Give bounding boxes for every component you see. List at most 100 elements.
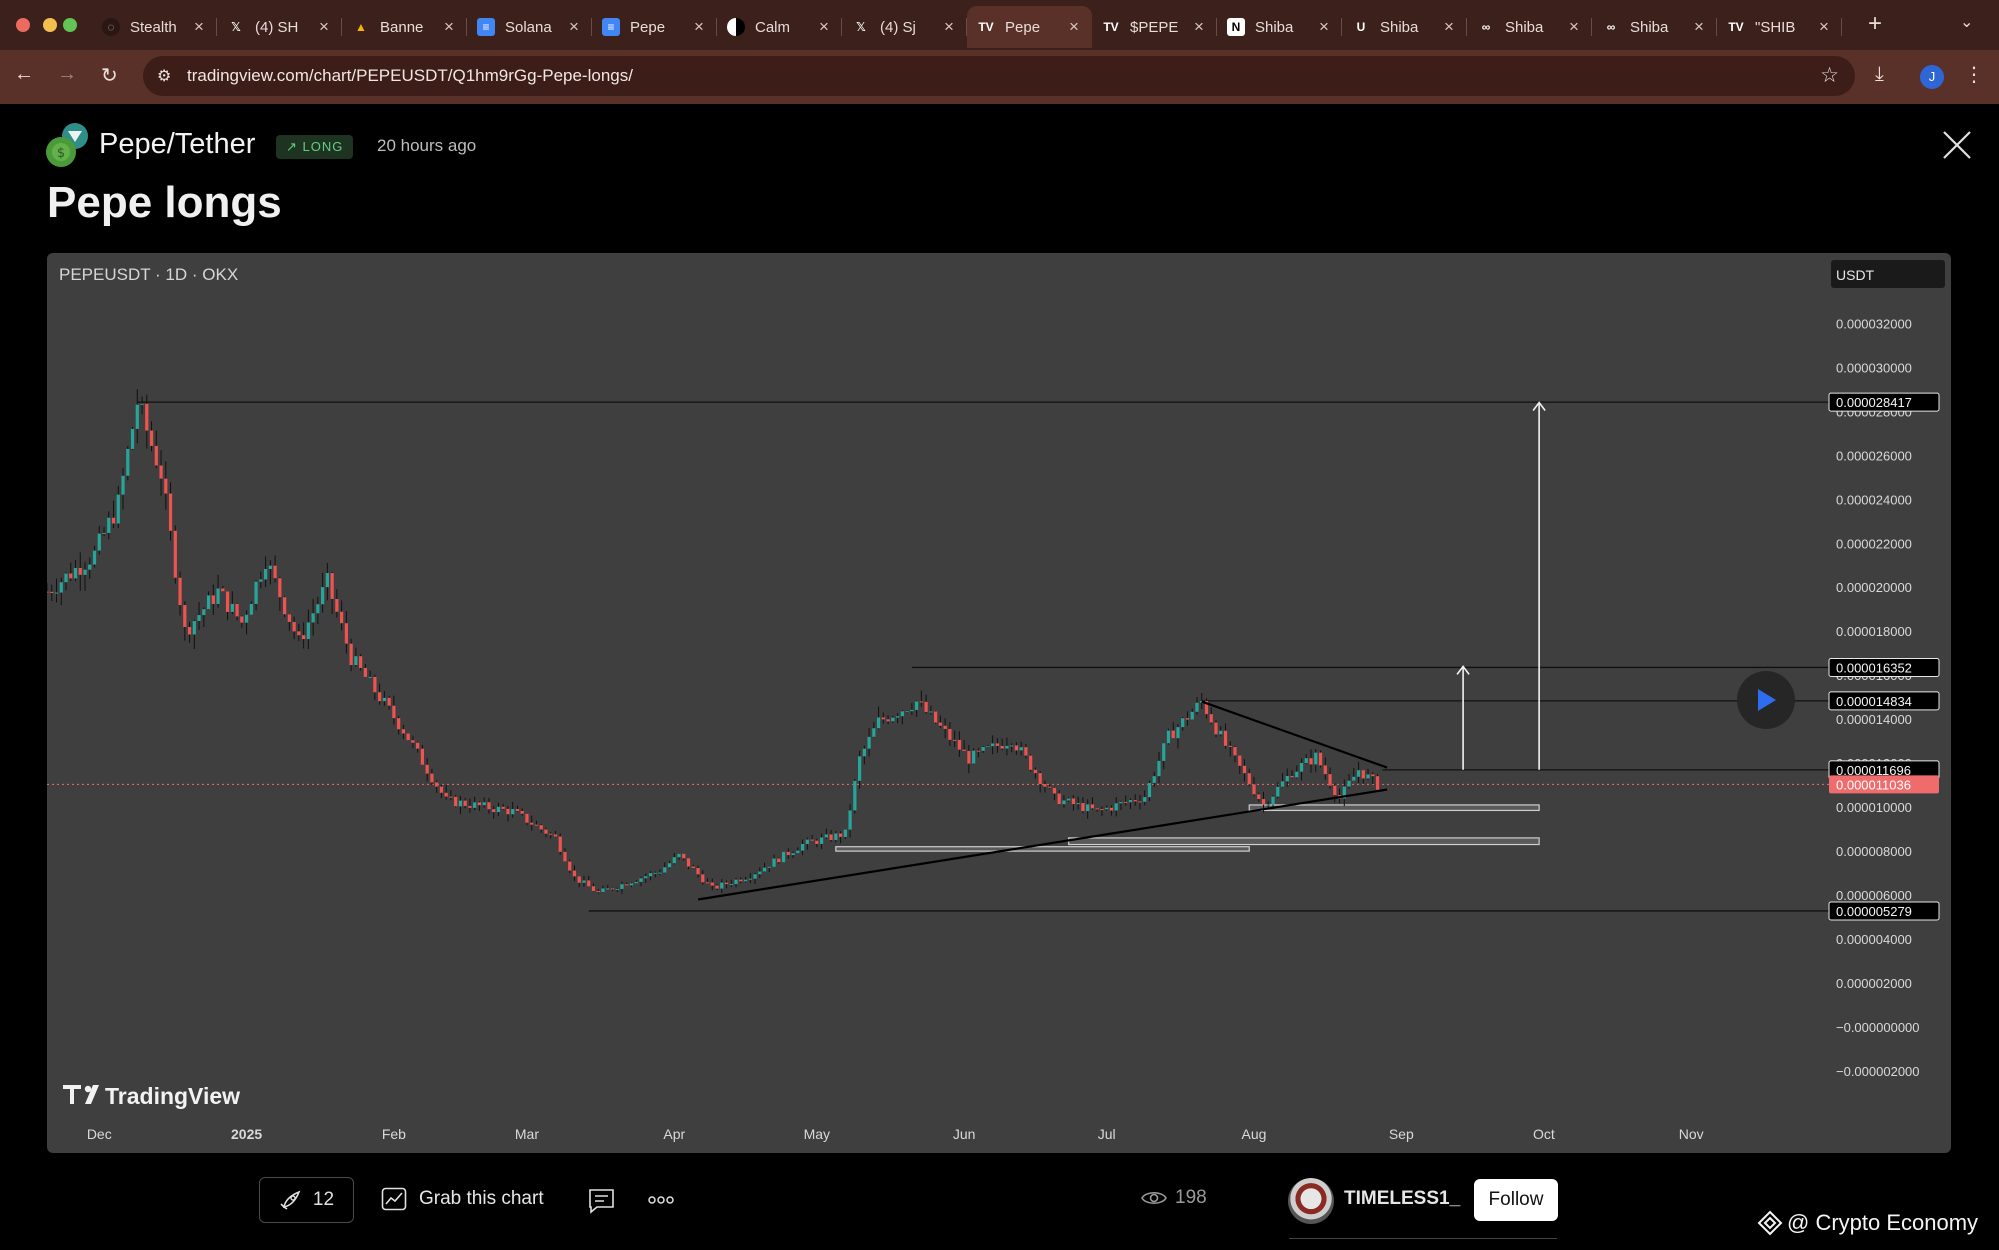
browser-tab[interactable]: N Shiba × — [1217, 6, 1342, 48]
support-zone — [1068, 837, 1540, 846]
boost-button[interactable]: 12 — [259, 1177, 354, 1223]
candle-body — [458, 800, 463, 807]
candle-body — [1109, 807, 1114, 811]
minimize-window-button[interactable] — [43, 18, 57, 32]
browser-tab[interactable]: ∞ Shiba × — [1592, 6, 1717, 48]
url-text[interactable]: tradingview.com/chart/PEPEUSDT/Q1hm9rGg-… — [187, 66, 633, 86]
candle-body — [800, 843, 805, 851]
browser-tab[interactable]: Calm × — [717, 6, 842, 48]
tab-search-chevron-icon[interactable]: ⌄ — [1960, 12, 1973, 32]
chart-legend: PEPEUSDT · 1D · OKX — [59, 265, 238, 284]
close-tab-icon[interactable]: × — [1191, 17, 1207, 37]
address-bar[interactable]: ⚙ tradingview.com/chart/PEPEUSDT/Q1hm9rG… — [143, 56, 1855, 96]
x-tick-label: Sep — [1389, 1126, 1414, 1142]
candle-body — [302, 635, 306, 640]
browser-tab[interactable]: TV "SHIB × — [1717, 6, 1842, 48]
replay-play-button[interactable] — [1737, 671, 1795, 729]
candle-body — [620, 884, 624, 889]
close-tab-icon[interactable]: × — [1691, 17, 1707, 37]
author-avatar[interactable] — [1288, 1178, 1334, 1224]
close-tab-icon[interactable]: × — [1566, 17, 1582, 37]
close-tab-icon[interactable]: × — [1316, 17, 1332, 37]
site-info-icon[interactable]: ⚙ — [157, 66, 171, 86]
candle-body — [363, 667, 367, 677]
currency-label[interactable]: USDT — [1836, 267, 1875, 283]
browser-tab-label: Solana — [505, 18, 552, 36]
browser-tab[interactable]: 𝕏 (4) Sj × — [842, 6, 967, 48]
close-tab-icon[interactable]: × — [566, 17, 582, 37]
browser-tab-label: (4) SH — [255, 18, 299, 36]
browser-tab-label: Shiba — [1255, 18, 1294, 36]
comments-icon[interactable] — [588, 1188, 615, 1214]
candle-body — [924, 701, 928, 712]
forward-arrow-icon[interactable]: → — [57, 63, 77, 86]
browser-tab[interactable]: ◌ Stealth × — [92, 6, 217, 48]
candle-body — [644, 876, 648, 879]
maximize-window-button[interactable] — [63, 18, 77, 32]
browser-tab[interactable]: U Shiba × — [1342, 6, 1467, 48]
browser-tab[interactable]: TV $PEPE × — [1092, 6, 1217, 48]
x-tick-label: Mar — [515, 1126, 539, 1142]
candle-body — [511, 809, 515, 815]
candle-body — [154, 445, 158, 466]
candle-body — [1323, 765, 1327, 775]
candle-body — [715, 885, 719, 889]
new-tab-button[interactable]: + — [1868, 10, 1882, 38]
profile-avatar[interactable]: J — [1920, 65, 1944, 89]
candle-body — [877, 717, 881, 729]
candle-body — [1014, 745, 1019, 751]
candle-body — [1276, 786, 1280, 797]
close-icon[interactable] — [1940, 128, 1974, 162]
author-name[interactable]: TIMELESS1_ — [1344, 1188, 1460, 1210]
candle-body — [444, 792, 448, 797]
browser-tab[interactable]: ∞ Shiba × — [1467, 6, 1592, 48]
candle-body — [259, 579, 263, 582]
candle-body — [896, 716, 900, 718]
browser-tab[interactable]: TV Pepe × — [967, 6, 1092, 48]
candle-body — [686, 858, 691, 867]
candle-body — [416, 742, 420, 749]
y-tick-label: 0.000030000 — [1836, 360, 1912, 375]
browser-tab[interactable]: ≡ Pepe × — [592, 6, 717, 48]
candle-body — [1290, 776, 1294, 778]
browser-menu-icon[interactable]: ⋮ — [1964, 62, 1984, 87]
candle-body — [786, 851, 790, 856]
more-options-icon[interactable] — [648, 1190, 674, 1210]
back-arrow-icon[interactable]: ← — [14, 63, 34, 86]
chart-panel[interactable]: 0.0000340000.0000320000.0000300000.00002… — [47, 253, 1951, 1153]
candle-body — [1238, 755, 1242, 766]
close-tab-icon[interactable]: × — [941, 17, 957, 37]
candle-body — [187, 626, 192, 635]
reload-icon[interactable]: ↻ — [101, 63, 118, 88]
follow-button[interactable]: Follow — [1474, 1179, 1558, 1221]
browser-tab[interactable]: ≡ Solana × — [467, 6, 592, 48]
tradingview-wordmark: TradingView — [105, 1083, 240, 1109]
candle-body — [1361, 770, 1365, 779]
close-tab-icon[interactable]: × — [691, 17, 707, 37]
candle-body — [1067, 798, 1071, 801]
symbol-name[interactable]: Pepe/Tether — [99, 128, 255, 161]
candle-body — [97, 533, 101, 551]
price-chart[interactable]: 0.0000340000.0000320000.0000300000.00002… — [47, 253, 1951, 1153]
close-tab-icon[interactable]: × — [1441, 17, 1457, 37]
grab-chart-button[interactable]: Grab this chart — [381, 1187, 544, 1211]
close-tab-icon[interactable]: × — [316, 17, 332, 37]
browser-tab[interactable]: ▲ Banne × — [342, 6, 467, 48]
close-tab-icon[interactable]: × — [191, 17, 207, 37]
candle-body — [254, 581, 258, 604]
candle-body — [900, 711, 904, 717]
close-tab-icon[interactable]: × — [1066, 17, 1082, 37]
candle-body — [953, 739, 957, 741]
x-tick-label: Oct — [1533, 1126, 1555, 1142]
candle-body — [767, 866, 771, 868]
browser-tab[interactable]: 𝕏 (4) SH × — [217, 6, 342, 48]
bookmark-star-icon[interactable]: ☆ — [1820, 63, 1839, 88]
close-tab-icon[interactable]: × — [441, 17, 457, 37]
close-tab-icon[interactable]: × — [816, 17, 832, 37]
download-icon[interactable]: ⤓ — [1875, 63, 1884, 86]
close-window-button[interactable] — [16, 18, 30, 32]
candle-body — [1228, 745, 1232, 747]
candle-body — [297, 631, 301, 636]
close-tab-icon[interactable]: × — [1816, 17, 1832, 37]
candle-body — [1057, 793, 1061, 805]
